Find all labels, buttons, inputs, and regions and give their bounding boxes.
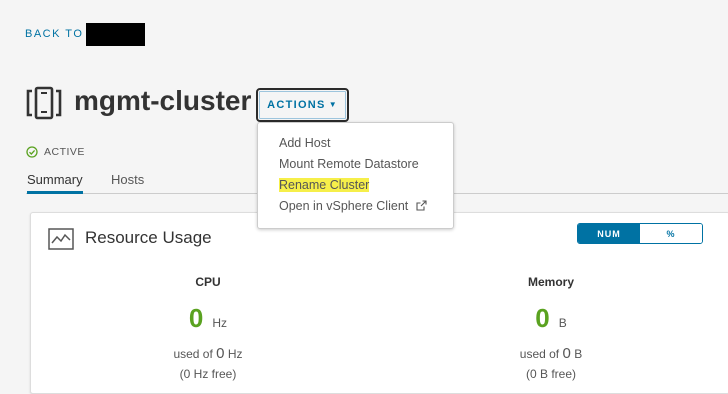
actions-dropdown-menu: Add Host Mount Remote Datastore Rename C… — [257, 122, 454, 229]
menu-item-label: Rename Cluster — [279, 178, 370, 192]
cpu-unit: Hz — [212, 316, 228, 330]
menu-item-open-in-vsphere-client[interactable]: Open in vSphere Client — [258, 199, 453, 220]
memory-value: 0 — [535, 303, 550, 333]
cpu-value: 0 — [188, 303, 204, 333]
cpu-used-value: 0 — [216, 345, 225, 362]
menu-item-rename-cluster[interactable]: Rename Cluster — [258, 178, 453, 199]
cpu-used: used of 0 Hz — [108, 345, 308, 362]
redacted-cluster-name — [86, 23, 145, 46]
check-circle-icon — [26, 146, 38, 158]
unit-toggle: NUM % — [577, 223, 703, 244]
menu-item-label: Add Host — [279, 136, 331, 150]
menu-item-label: Mount Remote Datastore — [279, 157, 419, 171]
memory-used-value: 0 — [562, 345, 571, 362]
actions-button[interactable]: ACTIONS ▼ — [256, 88, 349, 122]
tab-summary[interactable]: Summary — [27, 172, 83, 194]
status-indicator: ACTIVE — [26, 146, 85, 158]
actions-label: ACTIONS — [267, 99, 326, 111]
cpu-label: CPU — [195, 275, 221, 289]
memory-used: used of 0 B — [451, 345, 651, 362]
status-label: ACTIVE — [44, 146, 85, 158]
cpu-free: (0 Hz free) — [179, 367, 237, 381]
memory-free: (0 B free) — [525, 367, 576, 381]
memory-label: Memory — [527, 275, 574, 289]
menu-item-label: Open in vSphere Client — [279, 199, 409, 213]
resource-usage-title: Resource Usage — [85, 228, 212, 247]
memory-metric: Memory 0 B used of 0 B (0 B free) — [451, 275, 651, 381]
cpu-used-prefix: used of — [173, 347, 213, 361]
memory-unit: B — [558, 316, 567, 330]
external-link-icon — [416, 200, 427, 211]
toggle-percent-button[interactable]: % — [640, 224, 702, 243]
menu-item-add-host[interactable]: Add Host — [258, 136, 453, 157]
toggle-num-button[interactable]: NUM — [578, 224, 640, 243]
tab-hosts[interactable]: Hosts — [111, 172, 144, 191]
memory-used-unit: B — [574, 347, 583, 361]
chevron-down-icon: ▼ — [328, 99, 338, 109]
cluster-icon — [26, 86, 62, 120]
chart-icon — [48, 228, 74, 250]
resource-usage-card: Resource Usage NUM % CPU 0 Hz used of 0 … — [30, 212, 728, 394]
memory-used-prefix: used of — [519, 347, 560, 361]
cpu-metric: CPU 0 Hz used of 0 Hz (0 Hz free) — [108, 275, 308, 381]
back-to-link[interactable]: BACK TO — [25, 28, 83, 40]
page-title: mgmt-cluster — [74, 85, 252, 116]
cpu-used-unit: Hz — [227, 347, 243, 361]
menu-item-mount-remote-datastore[interactable]: Mount Remote Datastore — [258, 157, 453, 178]
